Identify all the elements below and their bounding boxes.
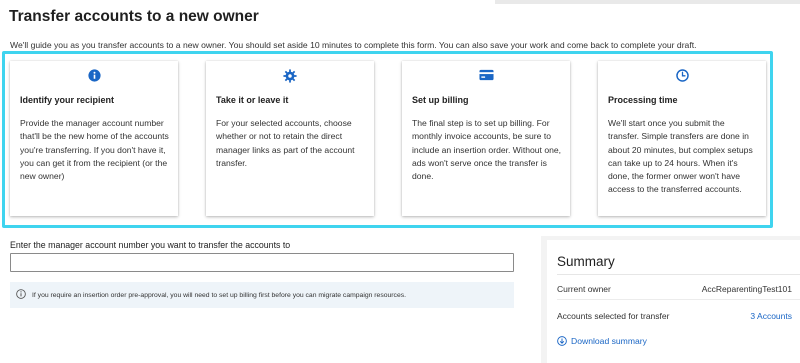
page-title: Transfer accounts to a new owner (9, 8, 259, 25)
intro-text: We'll guide you as you transfer accounts… (10, 40, 697, 50)
card-title: Processing time (608, 95, 678, 105)
account-number-label: Enter the manager account number you wan… (10, 240, 291, 250)
current-owner-label: Current owner (557, 284, 611, 294)
insertion-order-info-banner: If you require an insertion order pre-ap… (10, 282, 514, 308)
credit-card-icon (402, 69, 570, 83)
step-card-take-or-leave: Take it or leave it For your selected ac… (206, 61, 374, 216)
divider (557, 299, 800, 300)
download-icon (557, 336, 567, 346)
summary-card: Summary Current owner AccReparentingTest… (547, 240, 800, 363)
card-body: We'll start once you submit the transfer… (608, 118, 753, 195)
step-card-set-up-billing: Set up billing The final step is to set … (402, 61, 570, 216)
info-outline-icon (16, 286, 26, 304)
card-title: Take it or leave it (216, 95, 289, 105)
info-message: If you require an insertion order pre-ap… (32, 291, 407, 299)
step-card-processing-time: Processing time We'll start once you sub… (598, 61, 766, 216)
accounts-selected-link[interactable]: 3 Accounts (750, 311, 792, 321)
top-bar-strip (495, 0, 800, 4)
gear-icon (206, 69, 374, 83)
manager-account-number-input[interactable] (10, 253, 514, 272)
divider (557, 274, 800, 275)
accounts-selected-row: Accounts selected for transfer 3 Account… (557, 311, 792, 321)
download-summary-label: Download summary (571, 336, 647, 346)
clock-icon (598, 69, 766, 83)
card-title: Identify your recipient (20, 95, 115, 105)
download-summary-button[interactable]: Download summary (557, 336, 647, 346)
info-icon (10, 69, 178, 83)
card-body: Provide the manager account number that'… (20, 118, 169, 182)
accounts-selected-label: Accounts selected for transfer (557, 311, 670, 321)
current-owner-value: AccReparentingTest101 (701, 284, 792, 294)
current-owner-row: Current owner AccReparentingTest101 (557, 284, 792, 294)
step-card-identify-recipient: Identify your recipient Provide the mana… (10, 61, 178, 216)
summary-title: Summary (557, 254, 615, 269)
card-title: Set up billing (412, 95, 469, 105)
card-body: The final step is to set up billing. For… (412, 118, 562, 182)
card-body: For your selected accounts, choose wheth… (216, 118, 355, 168)
summary-panel: Summary Current owner AccReparentingTest… (541, 236, 800, 363)
